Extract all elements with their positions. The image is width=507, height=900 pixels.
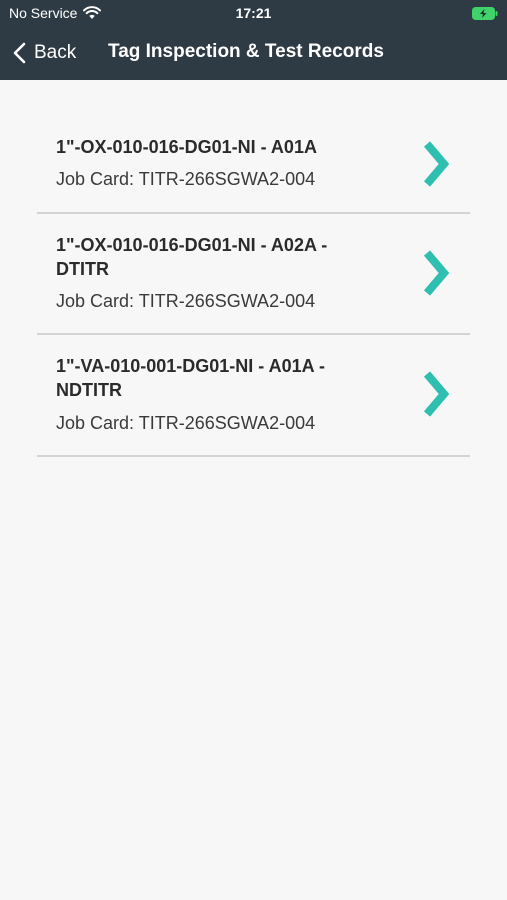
list-item[interactable]: 1"-OX-010-016-DG01-NI - A01A Job Card: T… <box>37 80 470 214</box>
screen: No Service 17:21 Back Tag Inspection & T… <box>0 0 507 900</box>
record-job-card: Job Card: TITR-266SGWA2-004 <box>56 413 316 433</box>
record-job-card: Job Card: TITR-266SGWA2-004 <box>56 169 316 189</box>
chevron-right-icon <box>422 249 450 297</box>
nav-bar: Back Tag Inspection & Test Records <box>0 26 507 80</box>
chevron-right-icon <box>422 370 450 418</box>
status-time: 17:21 <box>235 5 272 21</box>
page-title: Tag Inspection & Test Records <box>108 41 384 62</box>
record-title: 1"-OX-010-016-DG01-NI - A01A <box>56 137 317 157</box>
record-title: 1"-OX-010-016-DG01-NI - A02A - DTITR <box>56 235 328 279</box>
chevron-right-icon <box>422 140 450 188</box>
list-item[interactable]: 1"-VA-010-001-DG01-NI - A01A - NDTITR Jo… <box>37 335 470 457</box>
list-item[interactable]: 1"-OX-010-016-DG01-NI - A02A - DTITR Job… <box>37 214 470 335</box>
back-label: Back <box>34 42 77 63</box>
chevron-left-icon <box>12 42 26 64</box>
status-bar: No Service 17:21 <box>0 0 507 26</box>
battery-charging-icon <box>472 7 498 20</box>
record-title: 1"-VA-010-001-DG01-NI - A01A - NDTITR <box>56 356 325 400</box>
record-job-card: Job Card: TITR-266SGWA2-004 <box>56 291 316 311</box>
back-button[interactable]: Back <box>12 38 76 68</box>
